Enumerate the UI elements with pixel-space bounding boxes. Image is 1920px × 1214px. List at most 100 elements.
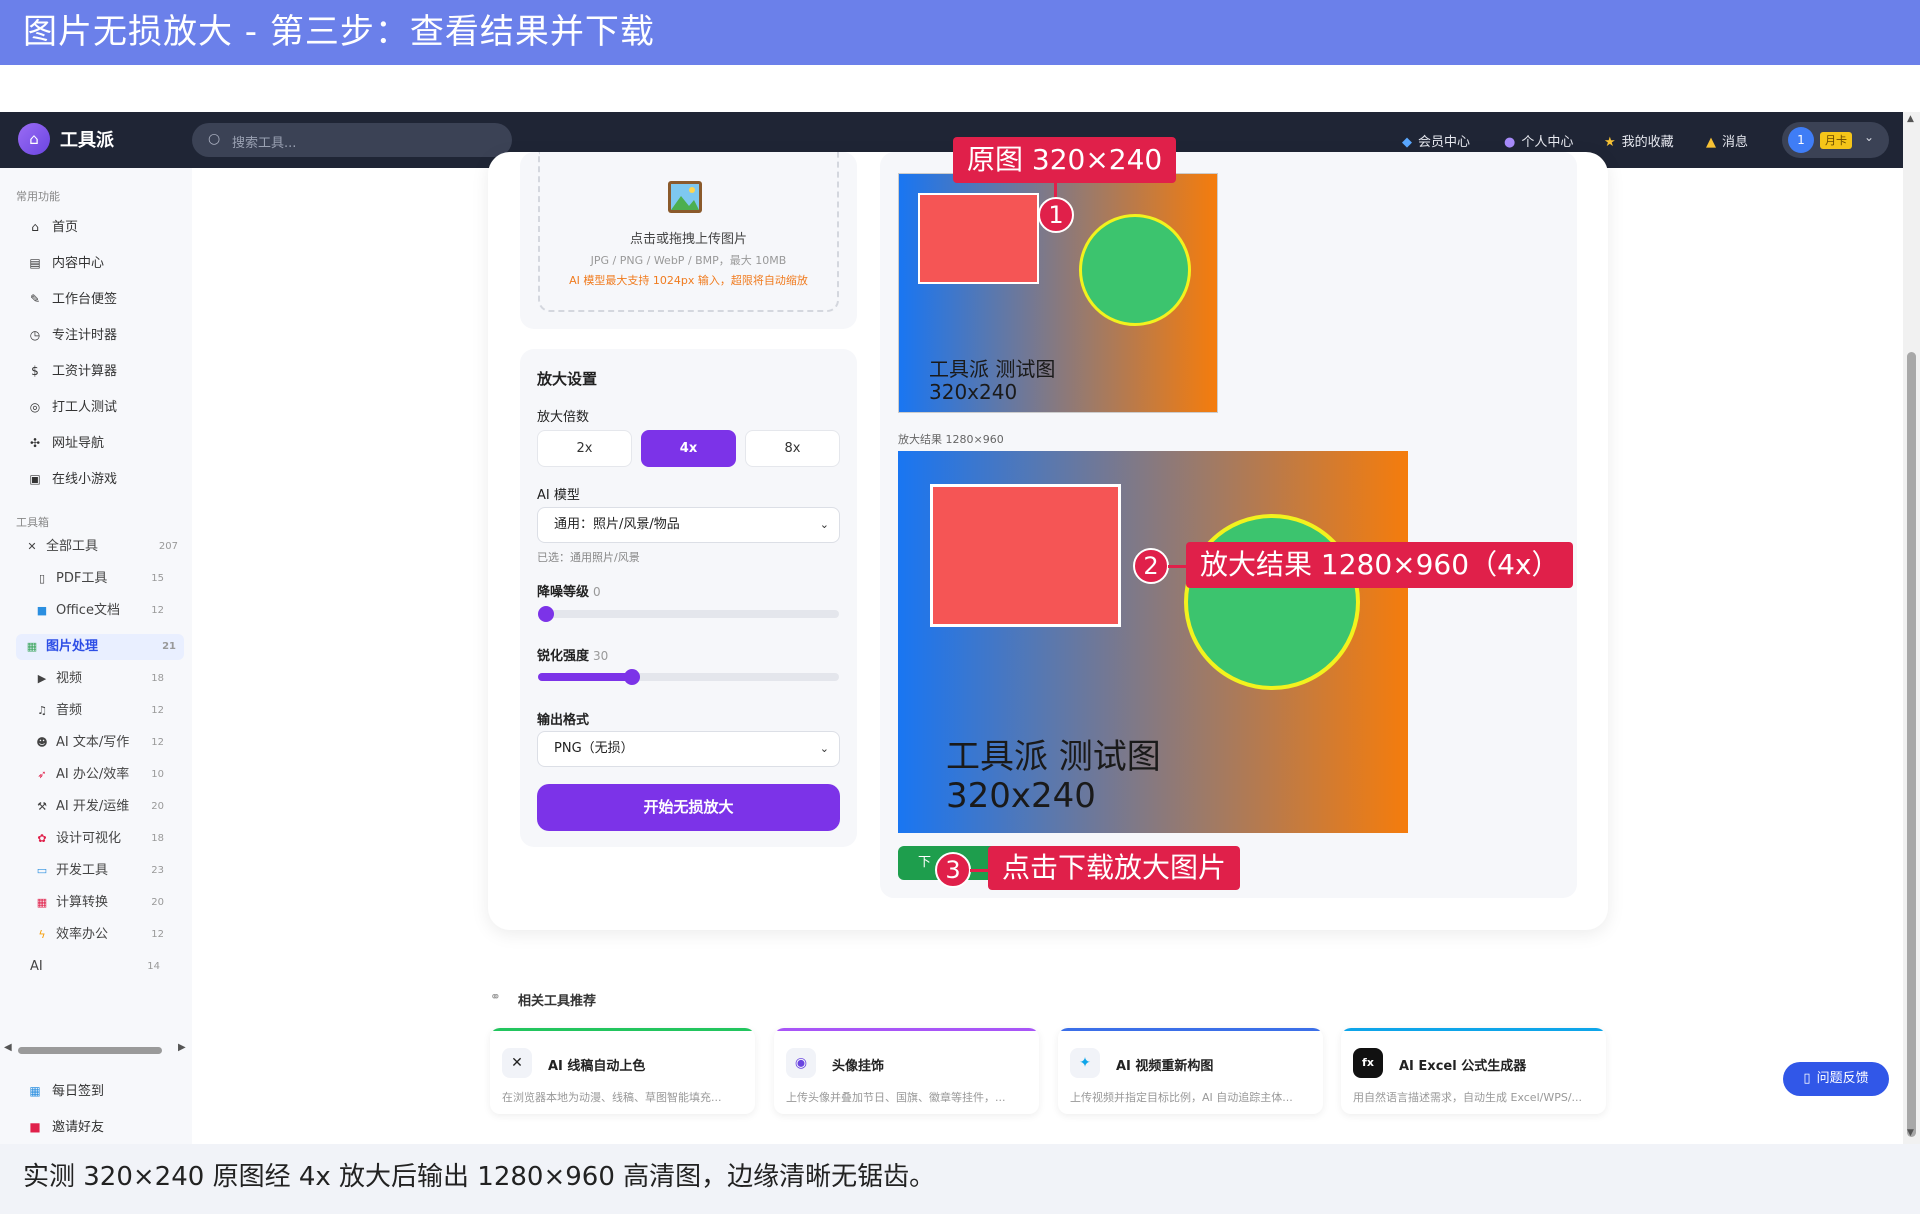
wrench-icon: ⚒ — [37, 800, 47, 813]
sidebar-tool-ai-dev[interactable]: ⚒ AI 开发/运维 20 — [26, 794, 172, 820]
related-tool-desc: 用自然语言描述需求，自动生成 Excel/WPS/... — [1353, 1091, 1583, 1104]
nav-member-center[interactable]: ◆ 会员中心 — [1402, 131, 1470, 150]
scroll-down-icon[interactable]: ▼ — [1907, 1128, 1914, 1138]
scroll-left-icon[interactable]: ◀ — [4, 1042, 12, 1053]
related-tools-title: 相关工具推荐 — [518, 994, 597, 1009]
test-image-text-1: 工具派 测试图 — [929, 357, 1056, 381]
sidebar-tool-design[interactable]: ✿ 设计可视化 18 — [26, 826, 172, 852]
sidebar-item-notes[interactable]: ✎ 工作台便签 — [26, 288, 117, 307]
stopwatch-icon: ◷ — [29, 328, 41, 342]
sidebar-item-all-tools[interactable]: ✕ 全部工具 207 — [16, 534, 186, 560]
card-accent-bar — [490, 1028, 755, 1031]
sidebar-item-invite[interactable]: ■ 邀请好友 — [26, 1116, 104, 1135]
start-upscale-button[interactable]: 开始无损放大 — [537, 784, 840, 831]
scroll-up-icon[interactable]: ▲ — [1907, 114, 1914, 124]
palette-icon: ✿ — [37, 832, 47, 845]
nav-profile[interactable]: ● 个人中心 — [1504, 131, 1573, 150]
robot-icon: ☻ — [36, 736, 48, 749]
avatar: 1 — [1788, 127, 1814, 153]
logo-text[interactable]: 工具派 — [60, 126, 114, 152]
home-icon: ⌂ — [31, 220, 39, 234]
page-vertical-scrollbar[interactable]: ▲ ▼ — [1903, 112, 1920, 1144]
avatar-frame-icon: ◉ — [786, 1048, 816, 1078]
slider-fill — [538, 673, 632, 681]
sidebar-section-common: 常用功能 — [16, 190, 60, 203]
related-tool-desc: 在浏览器本地为动漫、线稿、草图智能填充... — [502, 1091, 722, 1104]
scale-8x-button[interactable]: 8x — [745, 430, 840, 467]
compass-icon: ✣ — [29, 436, 41, 450]
sidebar-item-checkin[interactable]: ▦ 每日签到 — [26, 1080, 104, 1099]
denoise-label: 降噪等级 0 — [537, 585, 601, 600]
sidebar-tool-office[interactable]: ■ Office文档 12 — [26, 598, 172, 624]
slider-handle[interactable] — [538, 606, 554, 622]
sidebar-tool-ai[interactable]: AI 14 — [22, 954, 168, 980]
nav-favorites[interactable]: ★ 我的收藏 — [1604, 131, 1674, 150]
related-tool-card[interactable]: ◉ 头像挂饰 上传头像并叠加节日、国旗、徽章等挂件，... — [774, 1028, 1039, 1114]
search-placeholder: 搜索工具... — [232, 136, 297, 151]
sidebar-tool-calc[interactable]: ▦ 计算转换 20 — [26, 890, 172, 916]
nav-messages[interactable]: ▲ 消息 — [1706, 131, 1748, 150]
test-image-text-1: 工具派 测试图 — [946, 737, 1161, 777]
test-image-text-2: 320x240 — [946, 776, 1096, 816]
sidebar-item-content[interactable]: ▤ 内容中心 — [26, 252, 104, 271]
scale-4x-button[interactable]: 4x — [641, 430, 736, 467]
slider-handle[interactable] — [624, 669, 640, 685]
model-select[interactable]: 通用：照片/风景/物品 ⌄ — [537, 507, 840, 543]
search-input[interactable]: ○ 搜索工具... — [192, 123, 512, 157]
sidebar-item-home[interactable]: ⌂ 首页 — [26, 216, 78, 235]
sidebar-item-salary[interactable]: $ 工资计算器 — [26, 360, 117, 379]
diamond-icon: ◆ — [1402, 135, 1412, 150]
sidebar-tool-ai-office[interactable]: ➶ AI 办公/效率 10 — [26, 762, 172, 788]
related-tool-card[interactable]: ✕ AI 线稿自动上色 在浏览器本地为动漫、线稿、草图智能填充... — [490, 1028, 755, 1114]
callout-upscaled-result: 放大结果 1280×960（4x） — [1186, 542, 1574, 588]
sidebar-section-tools: 工具箱 — [16, 516, 49, 529]
related-tool-desc: 上传视频并指定目标比例，AI 自动追踪主体... — [1070, 1091, 1293, 1104]
sidebar-tool-video[interactable]: ▶ 视频 18 — [26, 666, 172, 692]
rocket-icon: ➶ — [37, 768, 47, 781]
chevron-down-icon: ⌄ — [1864, 130, 1875, 144]
pdf-icon: ▯ — [38, 572, 46, 585]
card-accent-bar — [1341, 1028, 1606, 1031]
sidebar-item-timer[interactable]: ◷ 专注计时器 — [26, 324, 117, 343]
callout-connector — [1168, 565, 1186, 568]
scrollbar-thumb[interactable] — [1907, 352, 1916, 1137]
picture-icon — [667, 180, 703, 222]
sidebar-horizontal-scrollbar[interactable]: ◀ ▶ — [0, 1042, 192, 1058]
sidebar-tool-ai-writing[interactable]: ☻ AI 文本/写作 12 — [26, 730, 172, 756]
related-tool-desc: 上传头像并叠加节日、国旗、徽章等挂件，... — [786, 1091, 1006, 1104]
denoise-slider[interactable] — [538, 606, 839, 622]
sidebar-tool-efficiency[interactable]: ϟ 效率办公 12 — [26, 922, 172, 948]
chevron-down-icon: ⌄ — [819, 742, 829, 755]
scroll-right-icon[interactable]: ▶ — [178, 1042, 186, 1053]
related-tool-name: AI 线稿自动上色 — [548, 1059, 646, 1074]
feedback-button[interactable]: ▯ 问题反馈 — [1783, 1062, 1889, 1096]
sidebar-tool-image[interactable]: ▦ 图片处理 21 — [16, 634, 184, 660]
callout-number-2: 2 — [1133, 548, 1169, 584]
related-tool-card[interactable]: fx AI Excel 公式生成器 用自然语言描述需求，自动生成 Excel/W… — [1341, 1028, 1606, 1114]
format-label: 输出格式 — [537, 713, 590, 728]
fx-icon: fx — [1353, 1048, 1383, 1078]
scrollbar-thumb[interactable] — [18, 1047, 162, 1054]
format-select[interactable]: PNG（无损） ⌄ — [537, 731, 840, 767]
sidebar-tool-pdf[interactable]: ▯ PDF工具 15 — [26, 566, 172, 592]
sidebar-tool-audio[interactable]: ♫ 音频 12 — [26, 698, 172, 724]
sidebar-tool-dev[interactable]: ▭ 开发工具 23 — [26, 858, 172, 884]
sidebar-item-worker-test[interactable]: ◎ 打工人测试 — [26, 396, 117, 415]
tutorial-banner-title: 图片无损放大 - 第三步：查看结果并下载 — [0, 0, 1920, 65]
upscaled-image-preview: 工具派 测试图 320x240 — [898, 451, 1408, 833]
test-green-circle — [1184, 514, 1360, 690]
scale-2x-button[interactable]: 2x — [537, 430, 632, 467]
related-tool-card[interactable]: ✦ AI 视频重新构图 上传视频并指定目标比例，AI 自动追踪主体... — [1058, 1028, 1323, 1114]
chevron-down-icon: ⌄ — [819, 518, 829, 531]
calendar-icon: ▦ — [29, 1084, 41, 1098]
bell-icon: ▲ — [1706, 135, 1716, 150]
monitor-icon: ▭ — [36, 864, 48, 877]
user-menu[interactable]: 1 月卡 ⌄ — [1782, 122, 1889, 158]
sidebar-item-games[interactable]: ▣ 在线小游戏 — [26, 468, 117, 487]
lightning-icon: ϟ — [38, 928, 46, 941]
video-icon: ▶ — [37, 672, 47, 685]
logo-icon[interactable]: ⌂ — [18, 123, 50, 155]
sharpen-slider[interactable] — [538, 669, 839, 685]
image-icon: ▦ — [26, 640, 38, 653]
sidebar-item-nav[interactable]: ✣ 网址导航 — [26, 432, 104, 451]
